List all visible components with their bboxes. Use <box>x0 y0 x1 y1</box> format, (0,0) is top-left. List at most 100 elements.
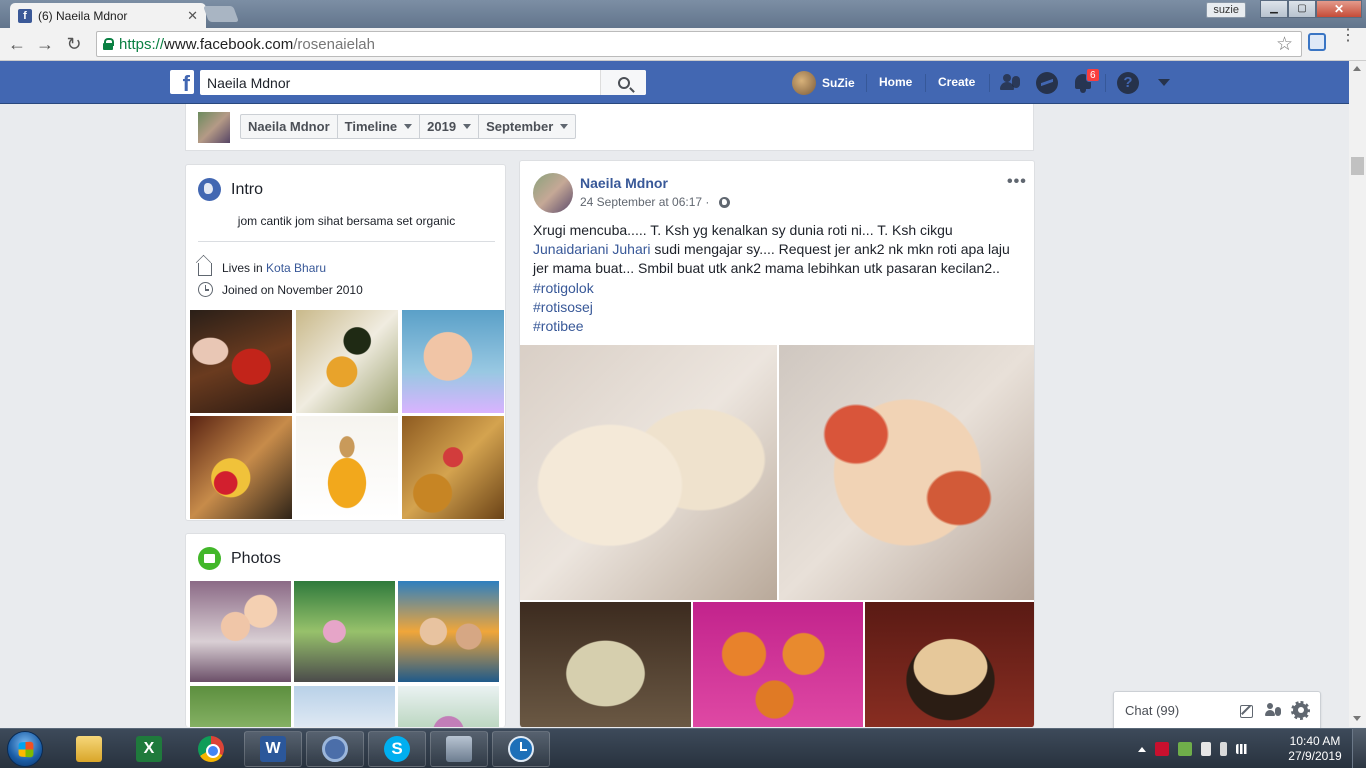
avatar <box>792 71 816 95</box>
bookmark-star-icon[interactable]: ☆ <box>1276 33 1293 56</box>
sync-icon[interactable] <box>1178 742 1192 756</box>
featured-photo[interactable] <box>190 310 292 413</box>
post-photo[interactable] <box>520 345 777 600</box>
account-menu-caret-icon[interactable] <box>1158 79 1170 86</box>
antivirus-icon[interactable] <box>1155 742 1169 756</box>
show-desktop-button[interactable] <box>1352 729 1366 768</box>
year-dropdown[interactable]: 2019 <box>420 115 480 138</box>
help-icon[interactable]: ? <box>1117 72 1139 94</box>
clock-icon <box>198 282 213 297</box>
post-options-icon[interactable]: ••• <box>1007 173 1027 191</box>
post-author-avatar[interactable] <box>533 173 573 213</box>
scroll-up-arrow-icon[interactable] <box>1353 66 1361 71</box>
photo-thumbnail[interactable] <box>190 581 291 682</box>
taskbar-chrome-profile[interactable] <box>306 731 364 767</box>
scrollbar-thumb[interactable] <box>1351 157 1364 175</box>
minimize-button[interactable]: ▁ <box>1260 0 1288 18</box>
browser-tab-active[interactable]: f (6) Naeila Mdnor ✕ <box>10 3 206 28</box>
lives-in-link[interactable]: Kota Bharu <box>266 261 326 275</box>
taskbar-skype[interactable]: S <box>368 731 426 767</box>
create-link[interactable]: Create <box>938 75 975 89</box>
featured-photo[interactable] <box>402 310 504 413</box>
browser-menu-icon[interactable]: ⋮ <box>1340 28 1356 44</box>
new-message-icon[interactable] <box>1240 704 1253 718</box>
timeline-nav-bar: Naeila Mdnor Timeline 2019 September <box>185 104 1034 151</box>
public-audience-icon <box>718 196 730 208</box>
hashtag-link[interactable]: #rotisosej <box>533 298 1029 317</box>
profile-name-button[interactable]: Naeila Mdnor <box>241 115 338 138</box>
taskbar-clock[interactable]: 10:40 AM 27/9/2019 <box>1284 734 1346 764</box>
taskbar-remote-desktop[interactable] <box>430 731 488 767</box>
profile-name: SuZie <box>822 76 855 90</box>
scroll-down-arrow-icon[interactable] <box>1353 716 1361 721</box>
photo-thumbnail[interactable] <box>294 581 395 682</box>
intro-title: Intro <box>231 180 264 198</box>
profile-link[interactable]: SuZie <box>792 71 855 95</box>
taskbar-chrome[interactable] <box>182 731 240 767</box>
messenger-icon[interactable] <box>1036 72 1058 94</box>
chevron-down-icon <box>463 124 472 129</box>
friend-requests-icon[interactable] <box>1000 72 1022 94</box>
photo-thumbnail[interactable] <box>398 581 499 682</box>
divider <box>198 241 495 242</box>
joined-text: Joined on November 2010 <box>222 282 363 297</box>
taskbar-word[interactable]: W <box>244 731 302 767</box>
mention-link[interactable]: Junaidariani Juhari <box>533 241 651 257</box>
hashtag-link[interactable]: #rotigolok <box>533 279 1029 298</box>
browser-profile-chip[interactable]: suzie <box>1206 2 1246 18</box>
network-signal-icon[interactable] <box>1236 744 1249 754</box>
hashtag-link[interactable]: #rotibee <box>533 317 1029 336</box>
gear-icon[interactable] <box>1291 700 1310 720</box>
forward-button[interactable]: → <box>34 33 56 55</box>
featured-photo[interactable] <box>296 310 398 413</box>
featured-photos-grid <box>190 310 504 519</box>
photos-header: Photos <box>198 547 281 570</box>
search-button[interactable] <box>600 70 646 95</box>
featured-photo[interactable] <box>190 416 292 519</box>
button-label: September <box>486 119 554 134</box>
chat-label[interactable]: Chat (99) <box>1125 703 1240 718</box>
photo-thumbnail[interactable] <box>190 686 291 727</box>
timeline-dropdown[interactable]: Timeline <box>338 115 421 138</box>
action-center-flag-icon[interactable] <box>1201 742 1211 756</box>
chevron-down-icon <box>404 124 413 129</box>
photo-thumbnail[interactable] <box>294 686 395 727</box>
month-dropdown[interactable]: September <box>479 115 575 138</box>
taskbar-excel[interactable]: X <box>120 731 178 767</box>
maximize-button[interactable]: ▢ <box>1288 0 1316 18</box>
reload-button[interactable]: ↻ <box>63 33 85 55</box>
taskbar-explorer[interactable] <box>60 731 118 767</box>
create-group-icon[interactable] <box>1265 702 1281 718</box>
post-timestamp[interactable]: 24 September at 06:17 · <box>580 195 713 209</box>
tab-close-icon[interactable]: ✕ <box>187 8 198 24</box>
photo-thumbnail[interactable] <box>398 686 499 727</box>
address-bar[interactable]: https:// www.facebook.com /rosenaielah ☆ <box>96 31 1302 57</box>
start-button[interactable] <box>7 731 43 767</box>
taskbar-clock-app[interactable] <box>492 731 550 767</box>
post-photo[interactable] <box>520 602 691 727</box>
profile-thumbnail[interactable] <box>198 112 230 143</box>
battery-icon[interactable] <box>1220 742 1227 756</box>
featured-photo[interactable] <box>296 416 398 519</box>
new-tab-button[interactable] <box>203 6 239 22</box>
post-photo[interactable] <box>779 345 1034 600</box>
clock-app-icon <box>508 736 534 762</box>
back-button[interactable]: ← <box>6 33 28 55</box>
featured-photo[interactable] <box>402 416 504 519</box>
intro-card: Intro jom cantik jom sihat bersama set o… <box>185 164 506 521</box>
post-photo[interactable] <box>692 602 864 727</box>
timeline-selector: Naeila Mdnor Timeline 2019 September <box>240 114 577 139</box>
post-photo[interactable] <box>865 602 1034 727</box>
facebook-logo-icon[interactable]: f <box>170 70 194 94</box>
chat-bar[interactable]: Chat (99) <box>1113 691 1321 728</box>
extension-icon[interactable] <box>1308 33 1326 51</box>
post-author-link[interactable]: Naeila Mdnor <box>580 175 668 191</box>
window-close-button[interactable]: ✕ <box>1316 0 1362 18</box>
photos-title[interactable]: Photos <box>231 550 281 568</box>
lives-in-label: Lives in <box>222 260 267 275</box>
system-tray <box>1138 729 1249 768</box>
divider <box>989 74 990 92</box>
home-link[interactable]: Home <box>879 75 912 89</box>
search-input[interactable] <box>200 70 600 95</box>
show-hidden-icons-icon[interactable] <box>1138 746 1146 752</box>
